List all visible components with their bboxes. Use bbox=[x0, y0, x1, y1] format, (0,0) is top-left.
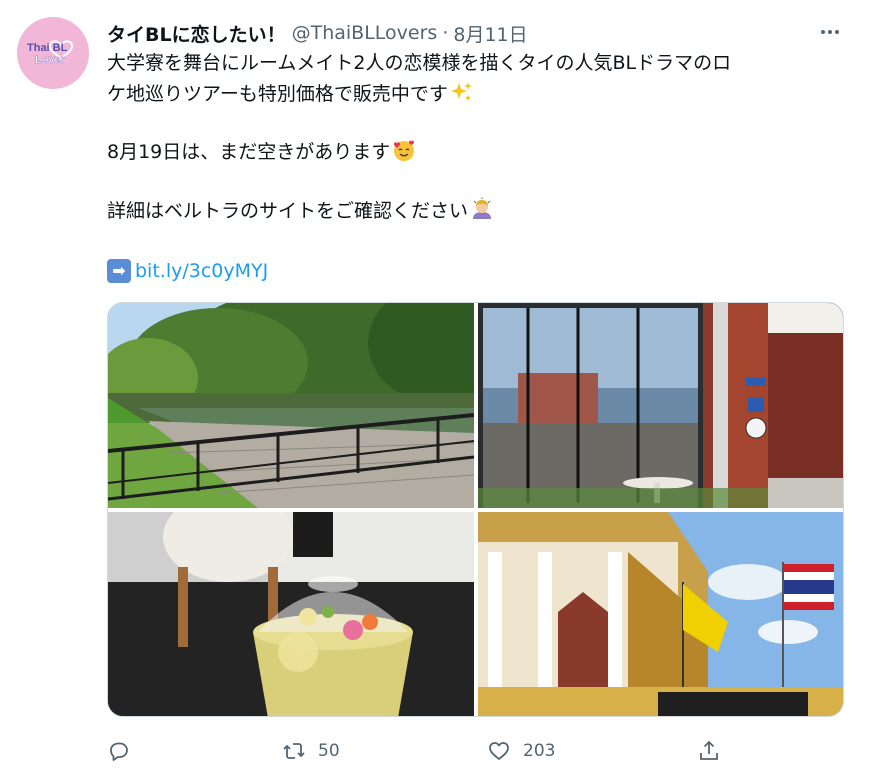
tweet-text-4: 詳細はベルトラのサイトをご確認ください bbox=[107, 200, 469, 222]
tweet-text-2: ケ地巡りツアーも特別価格で販売中です bbox=[107, 83, 448, 105]
photo-building-storefront[interactable] bbox=[478, 303, 843, 508]
tweet-text-line-4: 詳細はベルトラのサイトをご確認ください bbox=[107, 196, 837, 227]
tweet-text-1: 大学寮を舞台にルームメイト2人の恋模様を描くタイの人気BLドラマのロ bbox=[107, 52, 732, 74]
tweet-actions: 50 203 bbox=[107, 735, 727, 767]
tweet-date[interactable]: 8月11日 bbox=[453, 20, 527, 47]
user-handle[interactable]: @ThaiBLLovers bbox=[292, 22, 438, 44]
smiling-face-with-hearts-emoji bbox=[394, 140, 415, 161]
reply-icon bbox=[110, 742, 128, 761]
avatar-logo: Thai BL Lover bbox=[17, 17, 89, 89]
sparkles-emoji bbox=[450, 82, 472, 101]
avatar[interactable]: Thai BL Lover bbox=[17, 17, 89, 89]
retweet-count: 50 bbox=[318, 741, 340, 761]
tweet-header: タイBLに恋したい！ @ThaiBLLovers · 8月11日 bbox=[107, 19, 528, 47]
svg-text:Lover: Lover bbox=[35, 54, 66, 66]
photo-thai-temple[interactable] bbox=[478, 512, 843, 716]
like-count: 203 bbox=[523, 741, 556, 761]
link-line: ➡ bit.ly/3c0yMYJ bbox=[107, 255, 268, 286]
right-arrow-emoji: ➡ bbox=[107, 258, 131, 283]
tweet-text-line-2: ケ地巡りツアーも特別価格で販売中です bbox=[107, 79, 837, 110]
more-options-icon[interactable] bbox=[815, 22, 845, 42]
heart-icon bbox=[489, 742, 509, 760]
reply-button[interactable] bbox=[107, 735, 131, 767]
tweet-text-line-1: 大学寮を舞台にルームメイト2人の恋模様を描くタイの人気BLドラマのロ bbox=[107, 48, 837, 79]
media-grid bbox=[107, 302, 844, 717]
share-icon bbox=[700, 740, 718, 760]
person-bowing-emoji bbox=[473, 197, 492, 219]
avatar-text-line1: Thai BL bbox=[27, 42, 68, 54]
photo-iced-drink[interactable] bbox=[108, 512, 474, 716]
external-link[interactable]: bit.ly/3c0yMYJ bbox=[135, 260, 268, 282]
retweet-button[interactable]: 50 bbox=[282, 735, 340, 767]
like-button[interactable]: 203 bbox=[487, 735, 555, 767]
tweet-card[interactable]: Thai BL Lover タイBLに恋したい！ @ThaiBLLovers ·… bbox=[0, 0, 870, 777]
retweet-icon bbox=[283, 743, 305, 759]
display-name[interactable]: タイBLに恋したい！ bbox=[107, 20, 286, 47]
separator-dot: · bbox=[442, 22, 449, 44]
tweet-text-line-3: 8月19日は、まだ空きがあります bbox=[107, 137, 837, 168]
photo-canal-walkway[interactable] bbox=[108, 303, 474, 508]
tweet-text-3: 8月19日は、まだ空きがあります bbox=[107, 141, 391, 163]
share-button[interactable] bbox=[697, 735, 721, 767]
